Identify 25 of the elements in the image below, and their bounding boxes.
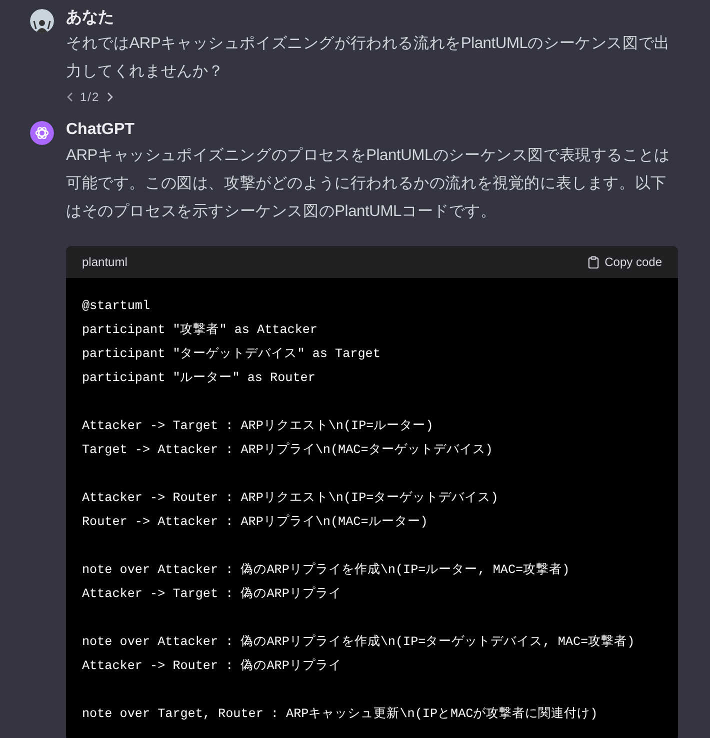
code-language: plantuml bbox=[82, 255, 128, 269]
code-line: note over Attacker : 偽のARPリプライを作成\n(IP=ルーター, MAC=攻撃者) bbox=[82, 562, 571, 579]
author-name: ChatGPT bbox=[66, 120, 136, 140]
author-name: あなた bbox=[66, 8, 115, 28]
code-line: Attacker -> Target : 偽のARPリプライ bbox=[82, 586, 342, 603]
code-line: Target -> Attacker : ARPリプライ\n(MAC=ターゲットデバイス) bbox=[82, 442, 494, 459]
code-line: Attacker -> Target : ARPリクエスト\n(IP=ルーター) bbox=[82, 418, 434, 435]
message-text: それではARPキャッシュポイズニングが行われる流れをPlantUMLのシーケンス図で出力してくれませんか？ bbox=[66, 34, 671, 82]
code-line: note over Target, Router : ARPキャッシュ更新\n(IPとMACが攻撃者に関連付け) bbox=[82, 706, 599, 723]
code-line: Router -> Attacker : ARPリプライ\n(MAC=ルーター) bbox=[82, 514, 429, 531]
clipboard-icon bbox=[588, 256, 599, 268]
user-avatar bbox=[30, 9, 54, 33]
assistant-logo-icon bbox=[30, 121, 54, 145]
code-line: participant "攻撃者" as Attacker bbox=[82, 322, 318, 339]
next-icon[interactable] bbox=[106, 92, 114, 102]
previous-icon[interactable] bbox=[66, 92, 74, 102]
code-line: Attacker -> Router : ARPリクエスト\n(IP=ターゲットデバイス) bbox=[82, 490, 500, 507]
code-line: participant "ターゲットデバイス" as Target bbox=[82, 346, 382, 363]
message-text: ARPキャッシュポイズニングのプロセスをPlantUMLのシーケンス図で表現することは可能です。この図は、攻撃がどのように行われるかの流れを視覚的に表します。以下はそのプロセスを示すシーケンス図のPlantUMLコードです。 bbox=[66, 146, 671, 222]
code-line: Attacker -> Router : 偽のARPリプライ bbox=[82, 658, 342, 675]
code-line: @startuml bbox=[82, 298, 152, 315]
copy-code-button[interactable]: Copy code bbox=[588, 255, 662, 269]
code-line: participant "ルーター" as Router bbox=[82, 370, 316, 387]
page-counter: 1/2 bbox=[80, 90, 100, 104]
code-line: note over Attacker : 偽のARPリプライを作成\n(IP=ターゲットデバイス, MAC=攻撃者) bbox=[82, 634, 636, 651]
